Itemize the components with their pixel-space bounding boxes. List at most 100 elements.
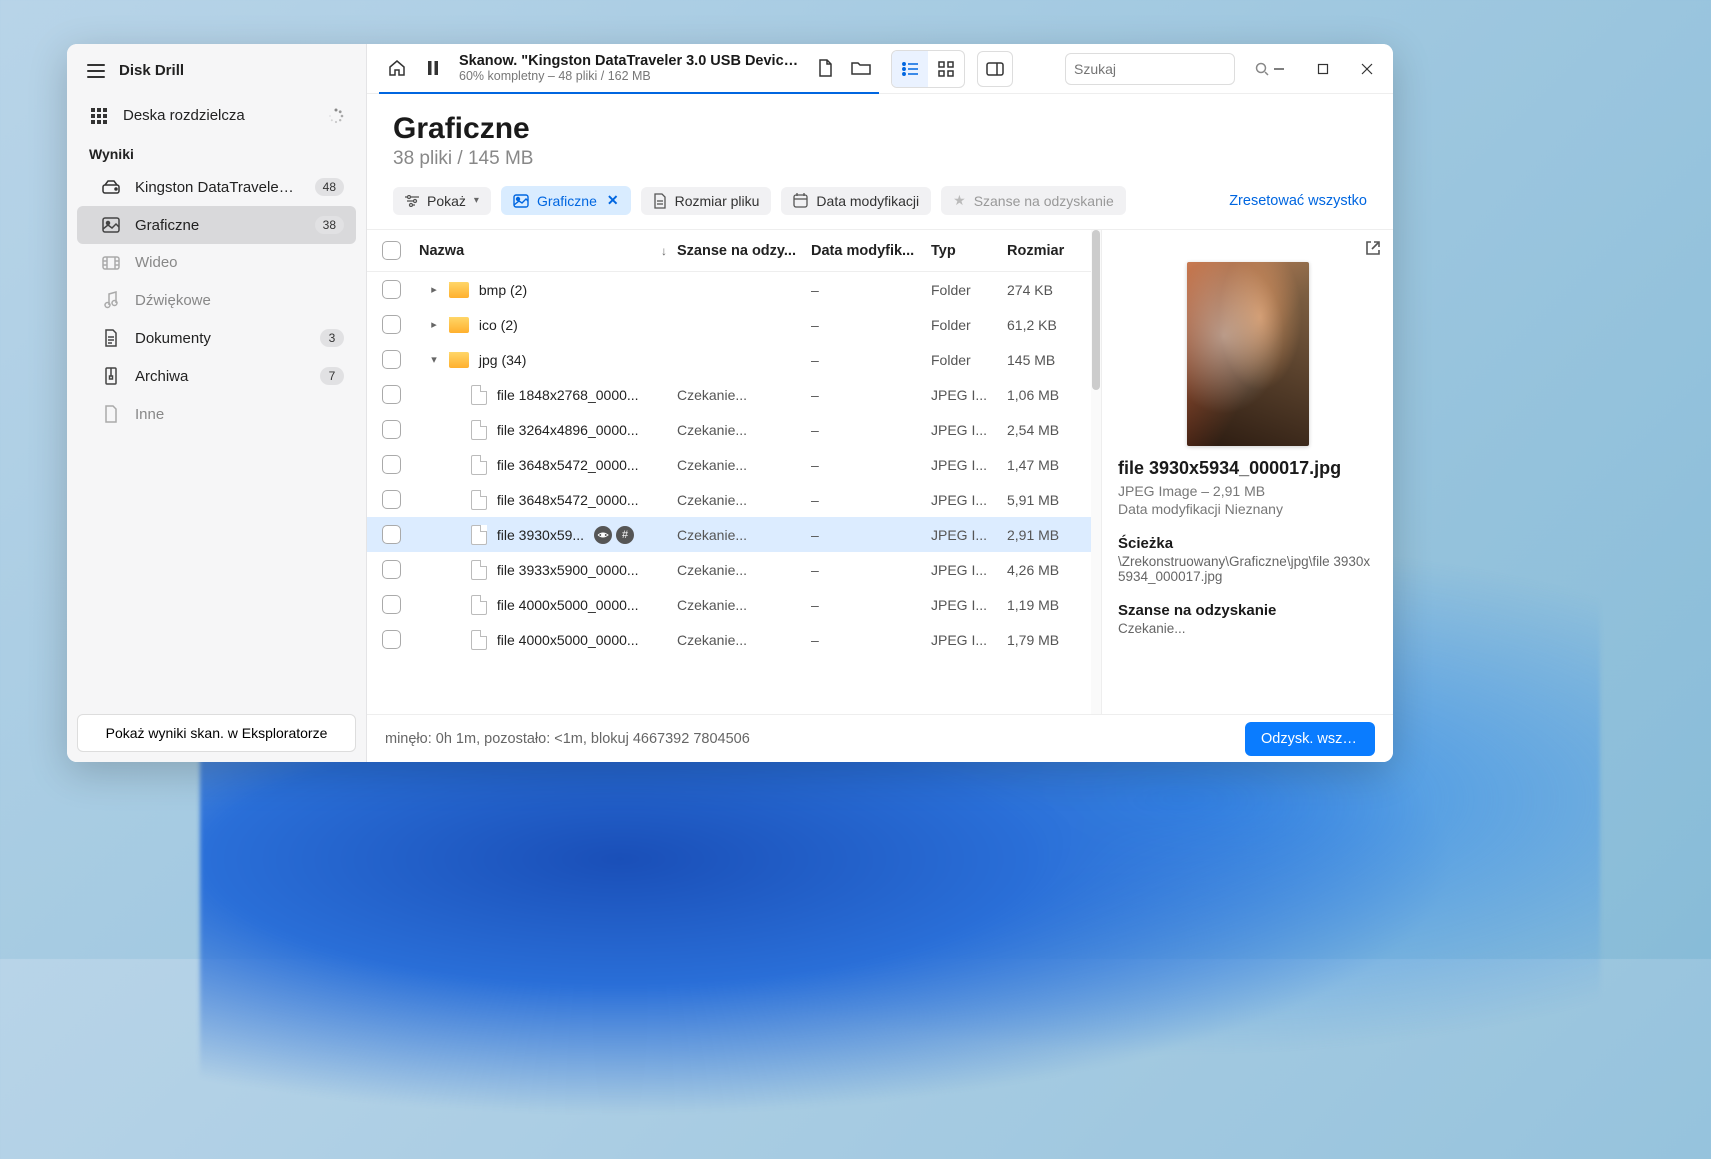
filter-show[interactable]: Pokaż ▾ <box>393 187 491 215</box>
search-box[interactable] <box>1065 53 1235 85</box>
row-name: file 4000x5000_0000... <box>493 632 639 648</box>
row-type: JPEG I... <box>931 597 1007 613</box>
sidebar-item-inne[interactable]: Inne <box>77 395 356 433</box>
content-body: Nazwa↓ Szanse na odzy... Data modyfik...… <box>367 229 1393 714</box>
row-type: Folder <box>931 352 1007 368</box>
file-row[interactable]: file 3648x5472_0000...Czekanie...–JPEG I… <box>367 447 1091 482</box>
sidebar-item-badge: 7 <box>320 367 344 385</box>
row-checkbox[interactable] <box>382 385 401 404</box>
expand-toggle[interactable]: ▸ <box>425 318 443 331</box>
sidebar-item-label: Archiwa <box>135 368 188 385</box>
sidebar-dashboard[interactable]: Deska rozdzielcza <box>77 97 356 134</box>
row-checkbox[interactable] <box>382 455 401 474</box>
row-checkbox[interactable] <box>382 350 401 369</box>
hash-badge-icon[interactable]: # <box>616 526 634 544</box>
row-checkbox[interactable] <box>382 630 401 649</box>
folder-row[interactable]: ▾ jpg (34)–Folder145 MB <box>367 342 1091 377</box>
file-row[interactable]: file 3930x59...#Czekanie...–JPEG I...2,9… <box>367 517 1091 552</box>
pause-button[interactable] <box>415 50 451 86</box>
spinner-icon <box>328 108 344 124</box>
row-checkbox[interactable] <box>382 490 401 509</box>
folder-row[interactable]: ▸ bmp (2)–Folder274 KB <box>367 272 1091 307</box>
open-external-icon[interactable] <box>1365 240 1381 256</box>
home-button[interactable] <box>379 50 415 86</box>
sidebar-item-graficzne[interactable]: Graficzne38 <box>77 206 356 244</box>
row-checkbox[interactable] <box>382 280 401 299</box>
row-size: 2,91 MB <box>1007 527 1091 543</box>
column-date[interactable]: Data modyfik... <box>811 243 931 259</box>
row-size: 1,79 MB <box>1007 632 1091 648</box>
column-chance[interactable]: Szanse na odzy... <box>677 243 811 259</box>
panel-toggle-button[interactable] <box>977 51 1013 87</box>
file-row[interactable]: file 4000x5000_0000...Czekanie...–JPEG I… <box>367 622 1091 657</box>
row-checkbox[interactable] <box>382 595 401 614</box>
recover-all-button[interactable]: Odzysk. wszyst... <box>1245 722 1375 756</box>
row-name: file 3930x59... <box>493 527 584 543</box>
sidebar-item-dokumenty[interactable]: Dokumenty3 <box>77 319 356 357</box>
file-row[interactable]: file 3648x5472_0000...Czekanie...–JPEG I… <box>367 482 1091 517</box>
column-type[interactable]: Typ <box>931 243 1007 259</box>
show-in-explorer-button[interactable]: Pokaż wyniki skan. w Eksploratorze <box>77 714 356 752</box>
filter-chances[interactable]: ★ Szanse na odzyskanie <box>941 186 1126 215</box>
list-view-button[interactable] <box>892 51 928 87</box>
menu-icon[interactable] <box>87 64 105 78</box>
category-icon <box>101 367 121 385</box>
file-icon <box>471 525 487 545</box>
folder-row[interactable]: ▸ ico (2)–Folder61,2 KB <box>367 307 1091 342</box>
preview-meta-date: Data modyfikacji Nieznany <box>1118 501 1377 517</box>
file-row[interactable]: file 4000x5000_0000...Czekanie...–JPEG I… <box>367 587 1091 622</box>
file-row[interactable]: file 3933x5900_0000...Czekanie...–JPEG I… <box>367 552 1091 587</box>
grid-view-button[interactable] <box>928 51 964 87</box>
file-table: Nazwa↓ Szanse na odzy... Data modyfik...… <box>367 230 1091 714</box>
sidebar-results-label: Wyniki <box>77 134 356 168</box>
filter-graphics[interactable]: Graficzne ✕ <box>501 186 631 215</box>
row-checkbox[interactable] <box>382 315 401 334</box>
expand-toggle[interactable]: ▸ <box>425 283 443 296</box>
file-row[interactable]: file 1848x2768_0000...Czekanie...–JPEG I… <box>367 377 1091 412</box>
row-checkbox[interactable] <box>382 420 401 439</box>
folder-view-icon[interactable] <box>843 50 879 86</box>
row-date: – <box>811 352 931 368</box>
file-icon <box>471 630 487 650</box>
column-size[interactable]: Rozmiar <box>1007 243 1091 259</box>
filter-filesize[interactable]: Rozmiar pliku <box>641 187 772 215</box>
minimize-button[interactable] <box>1257 47 1301 91</box>
row-date: – <box>811 422 931 438</box>
folder-icon <box>449 352 469 368</box>
file-icon <box>471 560 487 580</box>
preview-path-value: \Zrekonstruowany\Graficzne\jpg\file 3930… <box>1118 554 1377 584</box>
file-row[interactable]: file 3264x4896_0000...Czekanie...–JPEG I… <box>367 412 1091 447</box>
row-chance: Czekanie... <box>677 457 811 473</box>
row-name: ico (2) <box>475 317 518 333</box>
row-checkbox[interactable] <box>382 525 401 544</box>
sidebar-item-label: Inne <box>135 406 164 423</box>
column-name[interactable]: Nazwa↓ <box>415 243 677 259</box>
expand-toggle[interactable]: ▾ <box>425 353 443 366</box>
file-icon <box>471 595 487 615</box>
sidebar-item-wideo[interactable]: Wideo <box>77 244 356 281</box>
sidebar-item-dźwiękowe[interactable]: Dźwiękowe <box>77 281 356 319</box>
row-type: JPEG I... <box>931 387 1007 403</box>
filter-moddate[interactable]: Data modyfikacji <box>781 187 931 215</box>
filter-remove-icon[interactable]: ✕ <box>607 192 619 209</box>
sidebar-item-archiwa[interactable]: Archiwa 7 <box>77 357 356 395</box>
file-view-icon[interactable] <box>807 50 843 86</box>
scrollbar-thumb[interactable] <box>1092 230 1100 390</box>
filter-chances-label: Szanse na odzyskanie <box>974 193 1114 209</box>
select-all-checkbox[interactable] <box>382 241 401 260</box>
row-checkbox[interactable] <box>382 560 401 579</box>
row-type: Folder <box>931 317 1007 333</box>
row-size: 5,91 MB <box>1007 492 1091 508</box>
folder-icon <box>449 317 469 333</box>
scrollbar[interactable] <box>1091 230 1101 714</box>
reset-filters-link[interactable]: Zresetować wszystko <box>1229 193 1367 209</box>
maximize-button[interactable] <box>1301 47 1345 91</box>
close-button[interactable] <box>1345 47 1389 91</box>
eye-badge-icon[interactable] <box>594 526 612 544</box>
sidebar: Disk Drill Deska rozdzielcza Wyniki King… <box>67 44 367 762</box>
sort-arrow-icon: ↓ <box>661 244 667 258</box>
sidebar-device[interactable]: Kingston DataTraveler 3.0... 48 <box>77 168 356 206</box>
search-input[interactable] <box>1074 61 1255 77</box>
row-name: file 3264x4896_0000... <box>493 422 639 438</box>
preview-chance-value: Czekanie... <box>1118 621 1377 636</box>
